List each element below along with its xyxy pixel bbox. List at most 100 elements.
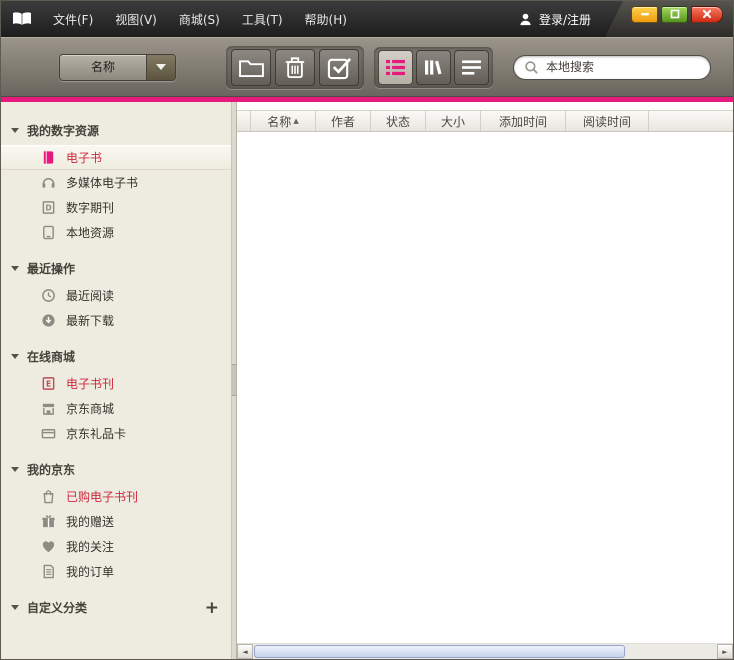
section-header-online-store[interactable]: 在线商城 [1, 342, 231, 371]
sidebar-item-local-resources[interactable]: 本地资源 [1, 220, 231, 245]
column-label: 阅读时间 [583, 113, 631, 130]
toolbar: 名称 [1, 37, 733, 97]
section-header-custom-categories[interactable]: 自定义分类 + [1, 593, 231, 622]
scrollbar-track[interactable] [253, 644, 717, 659]
login-label: 登录/注册 [539, 11, 591, 28]
table-header: 名称 ▲ 作者 状态 大小 添加时间 阅读时间 [237, 110, 733, 132]
collapse-arrow-icon [11, 128, 19, 133]
open-folder-button[interactable] [231, 49, 271, 86]
section-header-recent-operations[interactable]: 最近操作 [1, 254, 231, 283]
minimize-button[interactable] [631, 6, 658, 23]
search-box[interactable] [513, 55, 711, 80]
app-logo-book-icon [11, 1, 33, 37]
close-button[interactable] [691, 6, 723, 23]
delete-button[interactable] [275, 49, 315, 86]
column-header-name[interactable]: 名称 ▲ [251, 111, 316, 131]
section-recent-operations: 最近操作 最近阅读 最新下载 [1, 254, 231, 333]
maximize-button[interactable] [661, 6, 688, 23]
login-register-button[interactable]: 登录/注册 [504, 1, 605, 37]
sidebar-item-my-orders[interactable]: 我的订单 [1, 559, 231, 584]
column-header-status[interactable]: 状态 [371, 111, 426, 131]
splitter-grip-handle[interactable] [232, 364, 236, 396]
menu-help[interactable]: 帮助(H) [295, 6, 357, 33]
menu-tools[interactable]: 工具(T) [232, 6, 293, 33]
section-header-my-jd[interactable]: 我的京东 [1, 455, 231, 484]
collapse-arrow-icon [11, 467, 19, 472]
sidebar-item-ebook-store[interactable]: E 电子书刊 [1, 371, 231, 396]
detail-view-button[interactable] [454, 50, 489, 85]
section-online-store: 在线商城 E 电子书刊 京东商城 [1, 342, 231, 446]
sidebar-item-my-follows[interactable]: 我的关注 [1, 534, 231, 559]
column-header-read-time[interactable]: 阅读时间 [566, 111, 649, 131]
search-icon [524, 60, 539, 75]
search-input[interactable] [546, 60, 700, 74]
sidebar-item-label: 京东商城 [66, 400, 114, 417]
column-label: 添加时间 [499, 113, 547, 130]
shelf-view-button[interactable] [416, 50, 451, 85]
section-title: 我的京东 [27, 461, 75, 478]
sort-dropdown-value: 名称 [60, 55, 146, 80]
section-custom-categories: 自定义分类 + [1, 593, 231, 622]
user-icon [518, 12, 533, 27]
sidebar-item-label: 我的赠送 [66, 513, 114, 530]
sidebar: 我的数字资源 电子书 多媒体电子书 D [1, 102, 231, 659]
ebook-store-e-icon: E [39, 376, 57, 391]
sort-dropdown[interactable]: 名称 [59, 54, 176, 81]
menubar: 文件(F) 视图(V) 商城(S) 工具(T) 帮助(H) [43, 1, 357, 37]
sidebar-item-jd-mall[interactable]: 京东商城 [1, 396, 231, 421]
sidebar-item-ebooks[interactable]: 电子书 [1, 145, 231, 170]
arrow-right-icon: ► [722, 648, 727, 656]
list-view-button[interactable] [378, 50, 413, 85]
sidebar-splitter[interactable] [231, 102, 237, 659]
section-title: 在线商城 [27, 348, 75, 365]
sidebar-item-label: 我的订单 [66, 563, 114, 580]
sidebar-item-my-gifts[interactable]: 我的赠送 [1, 509, 231, 534]
sidebar-item-label: 最近阅读 [66, 287, 114, 304]
section-header-my-digital-resources[interactable]: 我的数字资源 [1, 116, 231, 145]
sort-dropdown-arrow-button[interactable] [146, 55, 175, 80]
sidebar-item-label: 电子书刊 [66, 375, 114, 392]
body: 我的数字资源 电子书 多媒体电子书 D [1, 102, 733, 659]
tool-button-group [226, 46, 364, 89]
column-header-added-time[interactable]: 添加时间 [481, 111, 566, 131]
column-header-author[interactable]: 作者 [316, 111, 371, 131]
svg-text:D: D [45, 203, 51, 212]
checkbox-check-icon [327, 55, 352, 80]
sidebar-item-multimedia-ebooks[interactable]: 多媒体电子书 [1, 170, 231, 195]
add-category-button plus-icon[interactable]: + [205, 601, 219, 615]
scroll-right-button[interactable]: ► [717, 644, 733, 659]
sidebar-item-jd-gift-card[interactable]: 京东礼品卡 [1, 421, 231, 446]
clock-icon [39, 288, 57, 303]
column-header-spacer [237, 111, 251, 131]
sidebar-item-purchased-ebooks[interactable]: 已购电子书刊 [1, 484, 231, 509]
sidebar-item-label: 最新下载 [66, 312, 114, 329]
menu-store[interactable]: 商城(S) [169, 6, 230, 33]
main-content: 名称 ▲ 作者 状态 大小 添加时间 阅读时间 [237, 102, 733, 659]
gift-icon [39, 514, 57, 529]
orders-document-icon [39, 564, 57, 579]
scroll-left-button[interactable]: ◄ [237, 644, 253, 659]
window-controls [605, 1, 733, 37]
sidebar-item-label: 已购电子书刊 [66, 488, 138, 505]
shopping-bag-icon [39, 489, 57, 504]
sidebar-item-recent-reading[interactable]: 最近阅读 [1, 283, 231, 308]
sidebar-item-label: 多媒体电子书 [66, 174, 138, 191]
sidebar-item-latest-downloads[interactable]: 最新下载 [1, 308, 231, 333]
select-items-button[interactable] [319, 49, 359, 86]
sidebar-item-label: 本地资源 [66, 224, 114, 241]
column-header-filler [649, 111, 733, 131]
sidebar-item-digital-journals[interactable]: D 数字期刊 [1, 195, 231, 220]
horizontal-scrollbar[interactable]: ◄ ► [237, 643, 733, 659]
column-label: 状态 [386, 113, 410, 130]
scrollbar-thumb[interactable] [254, 645, 625, 658]
view-toggle-group [374, 47, 493, 88]
section-title: 自定义分类 [27, 599, 87, 616]
menu-file[interactable]: 文件(F) [43, 6, 103, 33]
column-header-size[interactable]: 大小 [426, 111, 481, 131]
column-label: 名称 [267, 113, 291, 130]
section-title: 我的数字资源 [27, 122, 99, 139]
download-icon [39, 313, 57, 328]
list-view-icon [385, 59, 406, 76]
menu-view[interactable]: 视图(V) [105, 6, 167, 33]
titlebar-right: 登录/注册 [504, 1, 733, 37]
